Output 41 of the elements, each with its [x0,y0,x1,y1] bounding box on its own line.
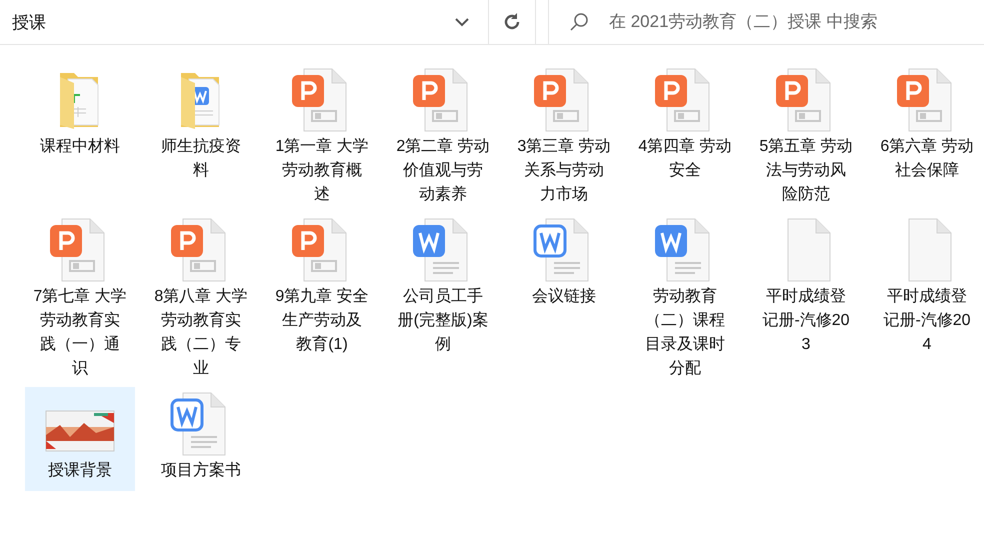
file-name: 4第四章 劳动安全 [638,136,732,181]
refresh-icon [502,12,522,32]
file-item[interactable]: 4第四章 劳动安全 [630,63,740,207]
file-item[interactable]: 7第七章 大学劳动教育实践（一）通识 [25,213,135,381]
file-name: 7第七章 大学劳动教育实践（一）通识 [33,286,127,379]
file-name: 2第二章 劳动价值观与劳动素养 [396,136,490,205]
file-name: 会议链接 [531,286,597,307]
file-item[interactable]: 课程中材料 [25,63,135,207]
file-item[interactable]: 平时成绩登记册-汽修204 [872,213,982,381]
file-name: 授课背景 [47,460,113,481]
file-item[interactable]: 授课背景 [25,387,135,491]
file-name: 平时成绩登记册-汽修204 [882,286,972,355]
file-name: 6第六章 劳动社会保障 [880,136,974,181]
file-name: 5第五章 劳动法与劳动风险防范 [759,136,853,205]
file-item[interactable]: 6第六章 劳动社会保障 [872,63,982,207]
file-item[interactable]: 9第九章 安全生产劳动及教育(1) [267,213,377,381]
file-name: 劳动教育（二）课程目录及课时分配 [644,286,726,379]
file-item[interactable]: 项目方案书 [146,387,256,491]
file-item[interactable]: 师生抗疫资料 [146,63,256,207]
file-name: 公司员工手册(完整版)案例 [396,286,490,355]
address-path[interactable]: 授课 [0,0,454,44]
dropdown-chevron-icon[interactable] [454,17,470,27]
file-name: 9第九章 安全生产劳动及教育(1) [275,286,369,355]
file-name: 课程中材料 [39,136,121,157]
file-item[interactable]: 2第二章 劳动价值观与劳动素养 [388,63,498,207]
file-name: 师生抗疫资料 [160,136,242,181]
file-item[interactable]: 8第八章 大学劳动教育实践（二）专业 [146,213,256,381]
file-item[interactable]: 公司员工手册(完整版)案例 [388,213,498,381]
file-item[interactable]: 3第三章 劳动关系与劳动力市场 [509,63,619,207]
file-name: 3第三章 劳动关系与劳动力市场 [517,136,611,205]
file-name: 8第八章 大学劳动教育实践（二）专业 [154,286,248,379]
file-name: 项目方案书 [160,460,242,481]
search-icon [569,12,589,32]
file-name: 平时成绩登记册-汽修203 [761,286,851,355]
file-item[interactable]: 平时成绩登记册-汽修203 [751,213,861,381]
file-item[interactable]: 5第五章 劳动法与劳动风险防范 [751,63,861,207]
file-item[interactable]: 劳动教育（二）课程目录及课时分配 [630,213,740,381]
search-field[interactable]: 在 2021劳动教育（二）授课 中搜索 [607,11,984,33]
file-item[interactable]: 会议链接 [509,213,619,381]
file-item[interactable]: 1第一章 大学劳动教育概述 [267,63,377,207]
file-name: 1第一章 大学劳动教育概述 [275,136,369,205]
